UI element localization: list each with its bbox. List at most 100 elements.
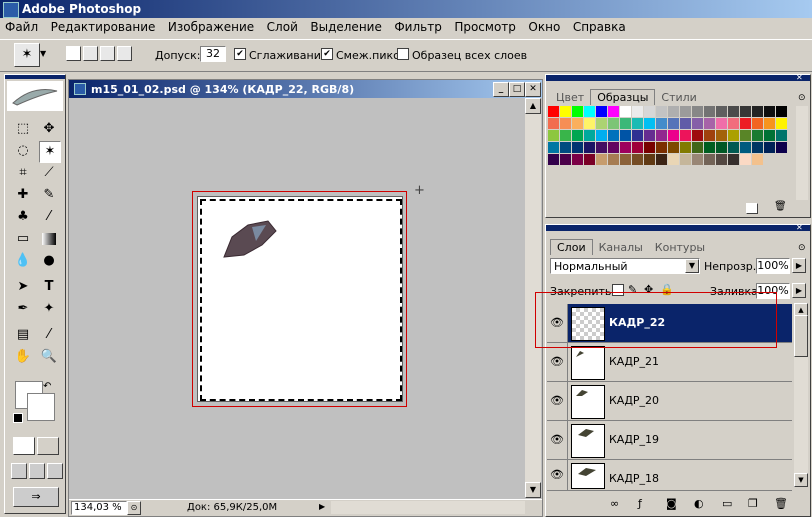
pen-tool-icon[interactable]: ✒ — [13, 299, 33, 319]
delete-layer-icon[interactable]: 🗑 — [774, 497, 788, 510]
color-swatch[interactable] — [668, 142, 679, 153]
color-swatch[interactable] — [644, 118, 655, 129]
menu-file[interactable]: Файл — [0, 18, 42, 34]
color-swatch[interactable] — [728, 142, 739, 153]
minimize-button[interactable]: _ — [493, 82, 509, 97]
color-swatch[interactable] — [716, 118, 727, 129]
type-tool-icon[interactable]: T — [39, 277, 59, 297]
panel-grip[interactable] — [546, 225, 810, 231]
color-swatch[interactable] — [752, 130, 763, 141]
layer-row[interactable]: 👁 КАДР_19 — [547, 421, 792, 460]
color-swatch[interactable] — [548, 130, 559, 141]
color-swatch[interactable] — [572, 118, 583, 129]
color-swatch[interactable] — [584, 154, 595, 165]
color-swatch[interactable] — [584, 130, 595, 141]
jump-to-imageready-icon[interactable]: ⇒ — [13, 487, 59, 507]
color-swatch[interactable] — [752, 142, 763, 153]
magic-wand-tool-icon[interactable]: ✶ — [39, 141, 61, 163]
color-swatch[interactable] — [764, 118, 775, 129]
link-layers-icon[interactable]: ∞ — [610, 497, 619, 510]
color-swatch[interactable] — [620, 118, 631, 129]
color-swatch[interactable] — [584, 118, 595, 129]
color-swatch[interactable] — [632, 106, 643, 117]
color-swatch[interactable] — [704, 106, 715, 117]
color-swatch[interactable] — [692, 130, 703, 141]
color-swatch[interactable] — [692, 142, 703, 153]
slice-tool-icon[interactable]: ⟋ — [39, 163, 59, 183]
panel-menu-icon[interactable]: ⊙ — [798, 93, 806, 103]
fill-slider-icon[interactable]: ▶ — [792, 283, 806, 298]
zoom-input[interactable]: 134,03 % — [71, 501, 127, 515]
menu-edit[interactable]: Редактирование — [46, 18, 160, 34]
color-swatch[interactable] — [632, 130, 643, 141]
color-swatch[interactable] — [620, 106, 631, 117]
zoom-tool-icon[interactable]: 🔍 — [39, 347, 59, 367]
color-swatch[interactable] — [740, 154, 751, 165]
tab-layers[interactable]: Слои — [550, 239, 593, 255]
menu-window[interactable]: Окно — [523, 18, 564, 34]
screen-mode-full-icon[interactable] — [47, 463, 63, 479]
menu-help[interactable]: Справка — [568, 18, 630, 34]
color-swatch[interactable] — [728, 118, 739, 129]
hand-tool-icon[interactable]: ✋ — [13, 347, 33, 367]
color-swatch[interactable] — [704, 154, 715, 165]
eraser-tool-icon[interactable]: ▭ — [13, 229, 33, 249]
color-swatch[interactable] — [620, 142, 631, 153]
scroll-down-icon[interactable]: ▼ — [794, 473, 808, 487]
history-brush-icon[interactable]: ⁄ — [39, 207, 59, 227]
feather-logo-icon[interactable] — [7, 81, 63, 111]
path-selection-icon[interactable]: ➤ — [13, 277, 33, 297]
color-swatch[interactable] — [572, 154, 583, 165]
lasso-tool-icon[interactable]: ◌ — [13, 141, 33, 161]
color-swatch[interactable] — [608, 130, 619, 141]
tab-color[interactable]: Цвет — [550, 90, 590, 105]
color-swatch[interactable] — [704, 130, 715, 141]
color-swatch[interactable] — [584, 142, 595, 153]
color-swatch[interactable] — [752, 154, 763, 165]
color-swatch[interactable] — [776, 106, 787, 117]
panel-close-icon[interactable]: ✕ — [796, 74, 803, 82]
visibility-eye-icon[interactable]: 👁 — [547, 460, 568, 490]
color-swatch[interactable] — [608, 118, 619, 129]
color-swatch[interactable] — [596, 154, 607, 165]
color-swatch[interactable] — [632, 118, 643, 129]
new-group-icon[interactable]: ▭ — [722, 497, 732, 510]
color-swatch[interactable] — [560, 118, 571, 129]
color-swatch[interactable] — [644, 130, 655, 141]
color-swatch[interactable] — [656, 118, 667, 129]
menu-select[interactable]: Выделение — [305, 18, 385, 34]
menu-filter[interactable]: Фильтр — [389, 18, 445, 34]
color-swatch[interactable] — [668, 118, 679, 129]
color-swatch[interactable] — [608, 142, 619, 153]
color-swatch[interactable] — [596, 106, 607, 117]
new-layer-icon[interactable]: ❐ — [748, 497, 758, 510]
swatches-scrollbar[interactable] — [796, 106, 808, 200]
visibility-eye-icon[interactable]: 👁 — [547, 382, 568, 420]
color-swatch[interactable] — [680, 118, 691, 129]
chevron-down-icon[interactable]: ▼ — [685, 259, 699, 273]
opacity-input[interactable]: 100% — [756, 258, 790, 274]
color-swatch[interactable] — [560, 106, 571, 117]
screen-mode-menu-icon[interactable] — [29, 463, 45, 479]
color-swatch[interactable] — [656, 106, 667, 117]
color-swatch[interactable] — [692, 118, 703, 129]
brush-tool-icon[interactable]: ✎ — [39, 185, 59, 205]
color-swatch[interactable] — [728, 154, 739, 165]
subtract-selection-icon[interactable] — [100, 46, 115, 61]
status-arrow-icon[interactable]: ▶ — [319, 502, 325, 511]
color-swatch[interactable] — [776, 118, 787, 129]
menu-layer[interactable]: Слой — [262, 18, 302, 34]
color-swatch[interactable] — [656, 154, 667, 165]
color-swatch[interactable] — [764, 142, 775, 153]
color-swatch[interactable] — [548, 106, 559, 117]
close-button[interactable]: ✕ — [525, 82, 541, 97]
menu-view[interactable]: Просмотр — [449, 18, 520, 34]
crop-tool-icon[interactable]: ⌗ — [13, 163, 33, 183]
color-swatch[interactable] — [608, 154, 619, 165]
color-swatch[interactable] — [752, 118, 763, 129]
background-color-swatch[interactable] — [27, 393, 55, 421]
add-mask-icon[interactable]: ◙ — [666, 497, 677, 510]
layer-style-icon[interactable]: ƒ — [638, 497, 642, 510]
panel-menu-icon[interactable]: ⊙ — [798, 243, 806, 253]
color-swatch[interactable] — [704, 118, 715, 129]
